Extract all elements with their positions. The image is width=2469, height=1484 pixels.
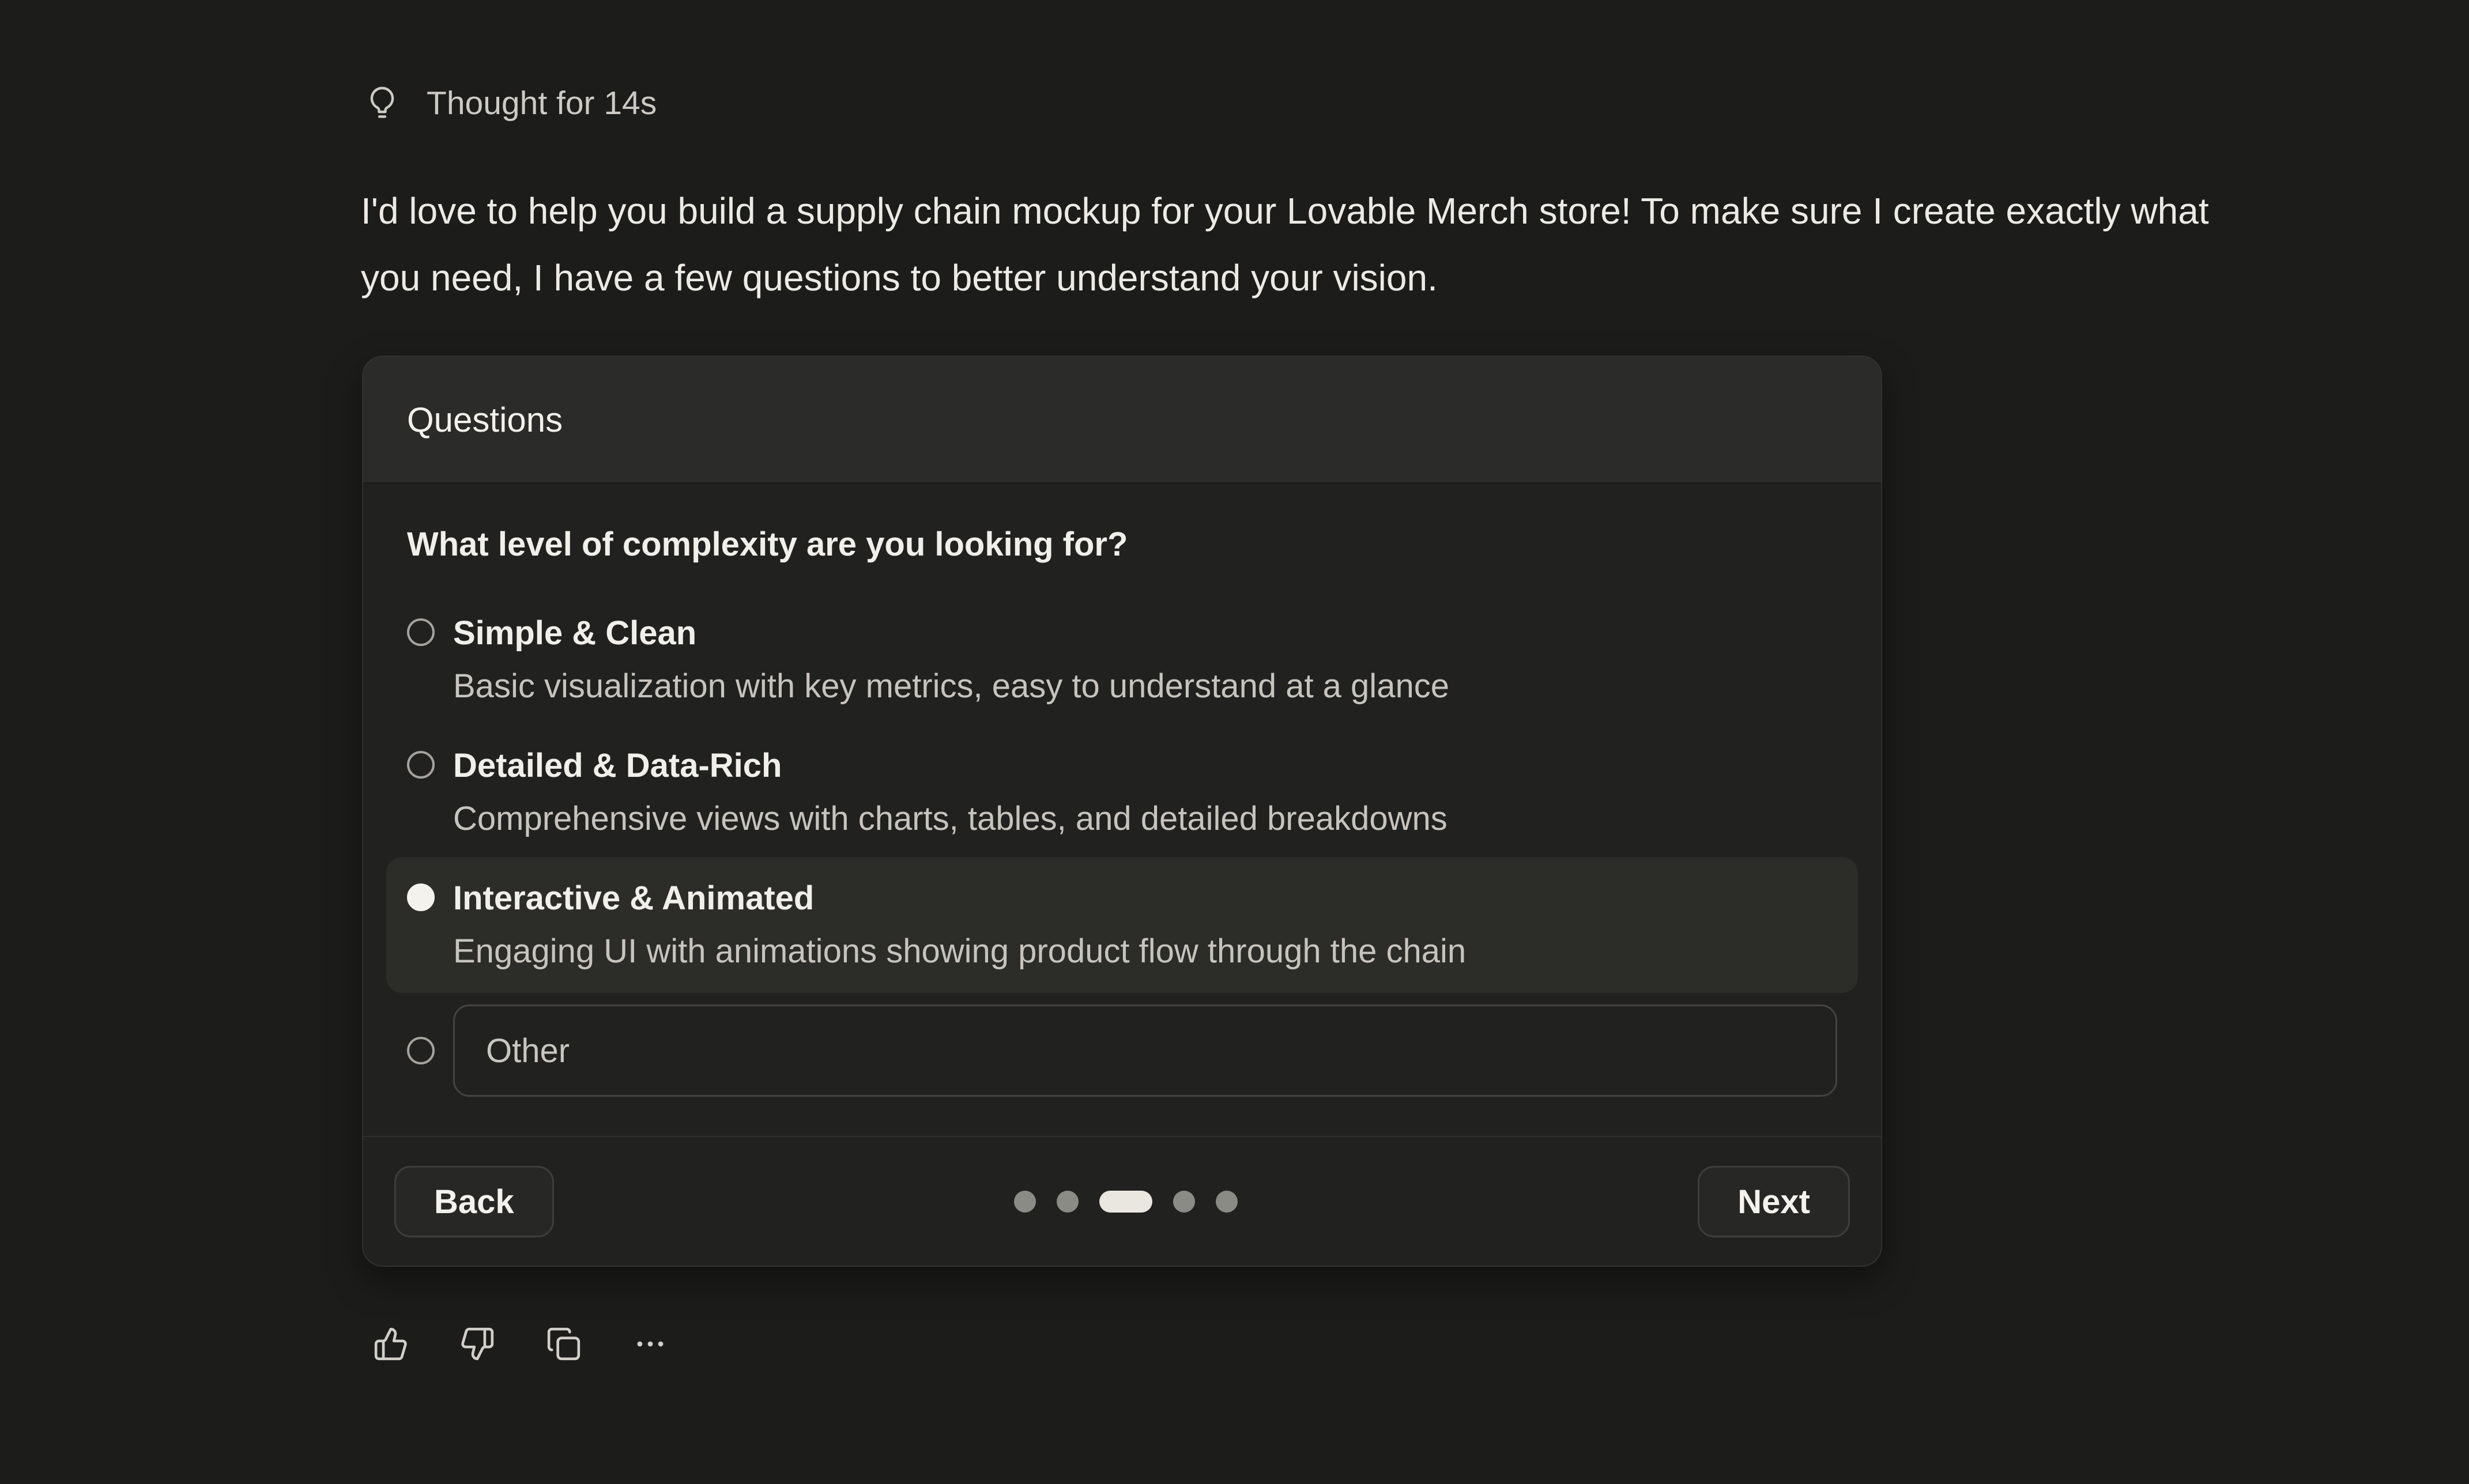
radio-icon[interactable] bbox=[407, 618, 435, 646]
option-description: Basic visualization with key metrics, ea… bbox=[453, 660, 1449, 713]
option-content: Simple & CleanBasic visualization with k… bbox=[453, 607, 1449, 713]
thought-label: Thought for 14s bbox=[427, 84, 657, 122]
radio-icon[interactable] bbox=[407, 751, 435, 779]
progress-dots bbox=[1014, 1191, 1238, 1213]
option-label: Detailed & Data-Rich bbox=[453, 739, 1448, 792]
thumbs-down-icon[interactable] bbox=[459, 1326, 496, 1362]
radio-icon[interactable] bbox=[407, 1037, 435, 1064]
lightbulb-icon bbox=[363, 84, 401, 122]
radio-selected-icon[interactable] bbox=[407, 883, 435, 911]
other-input[interactable] bbox=[453, 1005, 1837, 1097]
option-content: Detailed & Data-RichComprehensive views … bbox=[453, 739, 1448, 845]
option-description: Comprehensive views with charts, tables,… bbox=[453, 792, 1448, 845]
thought-row[interactable]: Thought for 14s bbox=[363, 84, 657, 122]
progress-dot bbox=[1057, 1191, 1079, 1213]
card-footer: Back Next bbox=[363, 1136, 1881, 1237]
option-row[interactable]: Interactive & AnimatedEngaging UI with a… bbox=[386, 857, 1858, 993]
next-button[interactable]: Next bbox=[1698, 1166, 1850, 1237]
message-actions bbox=[372, 1326, 669, 1362]
progress-dot bbox=[1173, 1191, 1195, 1213]
progress-dot-active bbox=[1099, 1191, 1152, 1213]
assistant-message: I'd love to help you build a supply chai… bbox=[361, 178, 2229, 311]
option-row-other[interactable] bbox=[386, 990, 1858, 1112]
copy-icon[interactable] bbox=[545, 1326, 582, 1362]
option-description: Engaging UI with animations showing prod… bbox=[453, 925, 1466, 978]
question-text: What level of complexity are you looking… bbox=[407, 518, 1837, 571]
questions-card: Questions What level of complexity are y… bbox=[362, 356, 1882, 1267]
progress-dot bbox=[1216, 1191, 1238, 1213]
option-row[interactable]: Detailed & Data-RichComprehensive views … bbox=[386, 724, 1858, 860]
card-header: Questions bbox=[363, 357, 1881, 484]
option-label: Simple & Clean bbox=[453, 607, 1449, 660]
card-title: Questions bbox=[407, 400, 563, 440]
card-body: What level of complexity are you looking… bbox=[363, 484, 1881, 1112]
option-content: Interactive & AnimatedEngaging UI with a… bbox=[453, 872, 1466, 978]
progress-dot bbox=[1014, 1191, 1036, 1213]
thumbs-up-icon[interactable] bbox=[372, 1326, 409, 1362]
options-list: Simple & CleanBasic visualization with k… bbox=[407, 592, 1837, 1112]
more-options-icon[interactable] bbox=[632, 1326, 669, 1362]
option-label: Interactive & Animated bbox=[453, 872, 1466, 925]
back-button[interactable]: Back bbox=[394, 1166, 554, 1237]
option-row[interactable]: Simple & CleanBasic visualization with k… bbox=[386, 592, 1858, 728]
